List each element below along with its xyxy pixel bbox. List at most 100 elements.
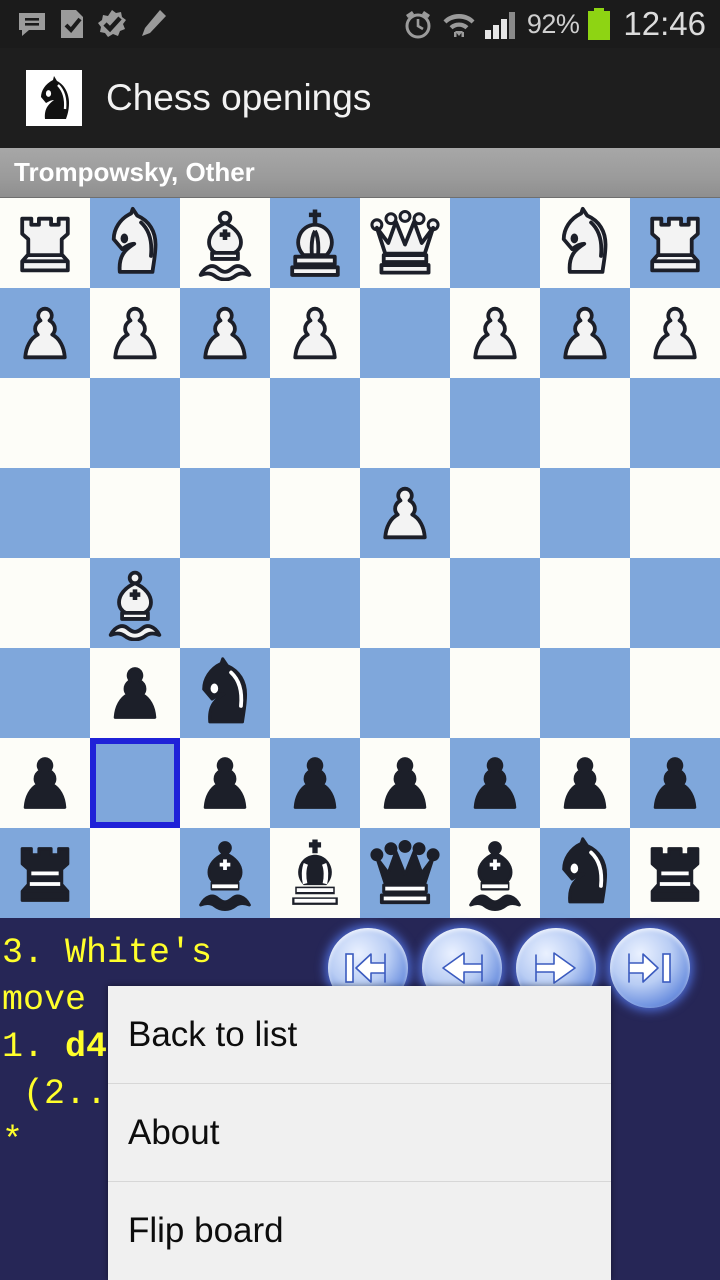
board-square-d5[interactable]	[270, 558, 360, 648]
piece-wP	[113, 306, 157, 360]
board-square-d6[interactable]	[270, 648, 360, 738]
piece-wP	[653, 306, 697, 360]
square-black-king[interactable]	[270, 828, 360, 918]
skip-to-end-icon	[628, 953, 671, 983]
board-square-a4[interactable]	[0, 468, 90, 558]
board-square-b7[interactable]	[90, 738, 180, 828]
board-square-h5[interactable]	[630, 558, 720, 648]
square-white-pawn[interactable]	[180, 288, 270, 378]
chess-board[interactable]	[0, 198, 720, 918]
piece-bP	[653, 757, 697, 809]
piece-bN	[562, 837, 608, 904]
board-square-h3[interactable]	[630, 378, 720, 468]
menu-item-about[interactable]: About	[108, 1084, 611, 1182]
piece-bP	[383, 757, 427, 809]
move-line-4: (2..	[2, 1074, 108, 1114]
square-white-pawn[interactable]	[270, 288, 360, 378]
square-white-pawn[interactable]	[360, 468, 450, 558]
board-square-e6[interactable]	[360, 648, 450, 738]
square-black-pawn[interactable]	[540, 738, 630, 828]
square-white-knight[interactable]	[90, 198, 180, 288]
square-black-knight[interactable]	[180, 648, 270, 738]
board-square-f4[interactable]	[450, 468, 540, 558]
board-square-b3[interactable]	[90, 378, 180, 468]
alarm-icon	[405, 11, 431, 39]
menu-item-back-to-list[interactable]: Back to list	[108, 986, 611, 1084]
square-white-knight[interactable]	[540, 198, 630, 288]
wifi-icon	[443, 14, 475, 37]
square-white-rook[interactable]	[630, 198, 720, 288]
square-black-pawn[interactable]	[0, 738, 90, 828]
board-square-c5[interactable]	[180, 558, 270, 648]
square-white-bishop[interactable]	[180, 198, 270, 288]
board-square-d4[interactable]	[270, 468, 360, 558]
square-black-pawn[interactable]	[360, 738, 450, 828]
board-square-h4[interactable]	[630, 468, 720, 558]
board-square-f6[interactable]	[450, 648, 540, 738]
square-black-pawn[interactable]	[630, 738, 720, 828]
last-move-button[interactable]	[610, 928, 690, 1008]
menu-item-flip-board[interactable]: Flip board	[108, 1182, 611, 1280]
board-square-a6[interactable]	[0, 648, 90, 738]
square-white-pawn[interactable]	[540, 288, 630, 378]
square-black-bishop[interactable]	[180, 828, 270, 918]
square-white-pawn[interactable]	[90, 288, 180, 378]
square-black-knight[interactable]	[540, 828, 630, 918]
board-square-f3[interactable]	[450, 378, 540, 468]
square-black-pawn[interactable]	[90, 648, 180, 738]
app-title: Chess openings	[106, 77, 372, 118]
opening-subtitle-bar: Trompowsky, Other	[0, 148, 720, 198]
board-square-f1[interactable]	[450, 198, 540, 288]
board-square-g5[interactable]	[540, 558, 630, 648]
move-line-5: *	[2, 1121, 24, 1161]
square-white-bishop[interactable]	[90, 558, 180, 648]
piece-wP	[473, 306, 517, 360]
board-square-b8[interactable]	[90, 828, 180, 918]
board-square-d3[interactable]	[270, 378, 360, 468]
board-square-g6[interactable]	[540, 648, 630, 738]
battery-percent-label: 92%	[526, 8, 580, 39]
options-menu[interactable]: Back to list About Flip board	[108, 986, 611, 1280]
board-square-f5[interactable]	[450, 558, 540, 648]
square-white-rook[interactable]	[0, 198, 90, 288]
piece-wN	[561, 206, 608, 274]
square-black-pawn[interactable]	[450, 738, 540, 828]
square-white-queen[interactable]	[360, 198, 450, 288]
square-white-pawn[interactable]	[630, 288, 720, 378]
board-square-a5[interactable]	[0, 558, 90, 648]
board-square-g3[interactable]	[540, 378, 630, 468]
board-square-b4[interactable]	[90, 468, 180, 558]
board-square-e5[interactable]	[360, 558, 450, 648]
piece-wP	[383, 486, 427, 540]
board-square-e2[interactable]	[360, 288, 450, 378]
piece-bP	[293, 757, 337, 809]
piece-bR	[20, 847, 70, 902]
piece-wR	[650, 216, 700, 273]
square-black-bishop[interactable]	[450, 828, 540, 918]
board-square-e3[interactable]	[360, 378, 450, 468]
square-black-rook[interactable]	[630, 828, 720, 918]
piece-bP	[23, 757, 67, 809]
square-white-pawn[interactable]	[0, 288, 90, 378]
action-bar: Chess openings	[0, 48, 720, 148]
square-black-rook[interactable]	[0, 828, 90, 918]
board-square-c3[interactable]	[180, 378, 270, 468]
board-square-h6[interactable]	[630, 648, 720, 738]
piece-wP	[23, 306, 67, 360]
piece-bN	[202, 657, 248, 724]
square-black-pawn[interactable]	[180, 738, 270, 828]
menu-item-label: Back to list	[128, 1014, 298, 1054]
piece-bP	[473, 757, 517, 809]
square-black-queen[interactable]	[360, 828, 450, 918]
piece-wQ	[370, 209, 440, 275]
square-white-king[interactable]	[270, 198, 360, 288]
board-square-g4[interactable]	[540, 468, 630, 558]
square-highlight	[90, 738, 180, 828]
square-black-pawn[interactable]	[270, 738, 360, 828]
square-white-pawn[interactable]	[450, 288, 540, 378]
piece-wP	[563, 306, 607, 360]
board-square-a3[interactable]	[0, 378, 90, 468]
knight-app-icon[interactable]	[26, 70, 82, 126]
board-square-c4[interactable]	[180, 468, 270, 558]
piece-wP	[203, 306, 247, 360]
